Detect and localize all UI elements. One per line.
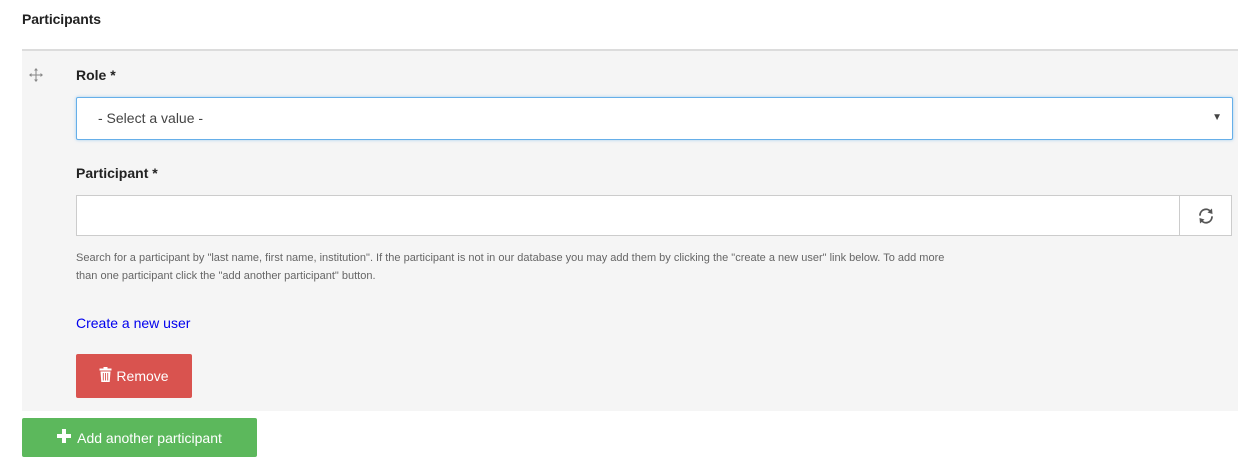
- participant-help-text: Search for a participant by "last name, …: [76, 249, 1226, 285]
- participant-input-group: [76, 195, 1232, 236]
- add-participant-button[interactable]: Add another participant: [22, 418, 257, 457]
- role-label: Role *: [76, 67, 116, 83]
- participant-row: Role * - Select a value - ▼ Participant …: [22, 49, 1238, 411]
- role-select-value: - Select a value -: [98, 110, 204, 126]
- remove-button-label: Remove: [116, 368, 169, 384]
- help-line-1: Search for a participant by "last name, …: [76, 252, 945, 264]
- refresh-icon[interactable]: [1179, 195, 1232, 236]
- move-icon[interactable]: [26, 65, 46, 85]
- trash-icon: [99, 367, 112, 385]
- create-user-link[interactable]: Create a new user: [76, 315, 190, 331]
- participant-label: Participant *: [76, 165, 158, 181]
- role-select[interactable]: - Select a value - ▼: [76, 97, 1233, 140]
- caret-down-icon: ▼: [1212, 112, 1222, 123]
- add-participant-label: Add another participant: [77, 429, 222, 446]
- participant-input[interactable]: [76, 195, 1180, 236]
- plus-icon: [57, 429, 72, 446]
- remove-button[interactable]: Remove: [76, 354, 192, 398]
- section-title: Participants: [22, 11, 101, 27]
- help-line-2: than one participant click the "add anot…: [76, 270, 376, 282]
